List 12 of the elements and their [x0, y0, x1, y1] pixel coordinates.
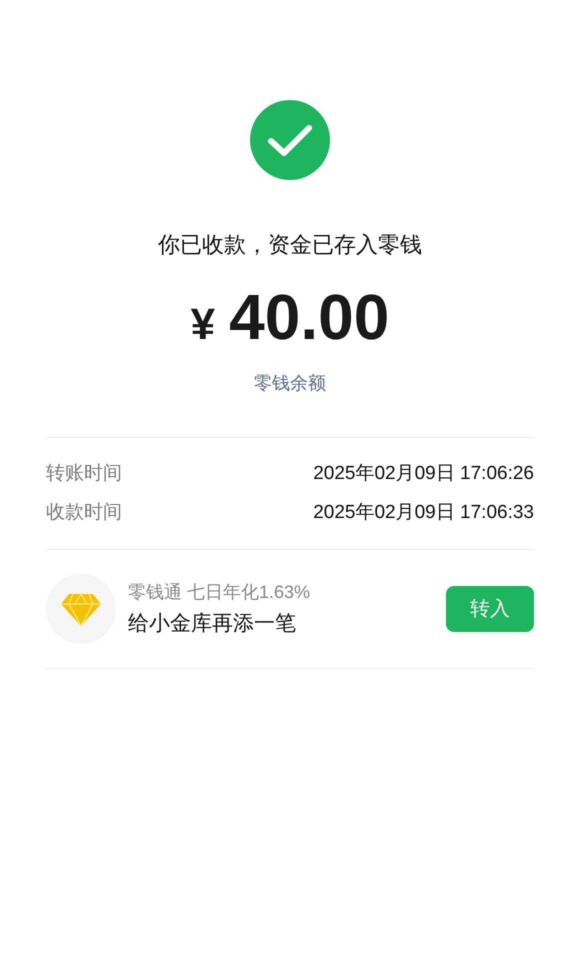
amount: 40.00	[229, 280, 390, 355]
detail-label: 收款时间	[46, 500, 122, 524]
status-message: 你已收款，资金已存入零钱	[158, 231, 422, 259]
transfer-in-button[interactable]: 转入	[446, 586, 534, 632]
balance-link[interactable]: 零钱余额	[254, 370, 326, 397]
detail-label: 转账时间	[46, 462, 122, 486]
detail-value: 2025年02月09日 17:06:26	[313, 462, 534, 486]
detail-value: 2025年02月09日 17:06:33	[313, 500, 534, 524]
success-check-icon	[250, 100, 330, 180]
currency-symbol: ¥	[190, 299, 216, 351]
promo-subtitle: 零钱通 七日年化1.63%	[128, 580, 312, 604]
promo-title: 给小金库再添一笔	[128, 610, 297, 637]
